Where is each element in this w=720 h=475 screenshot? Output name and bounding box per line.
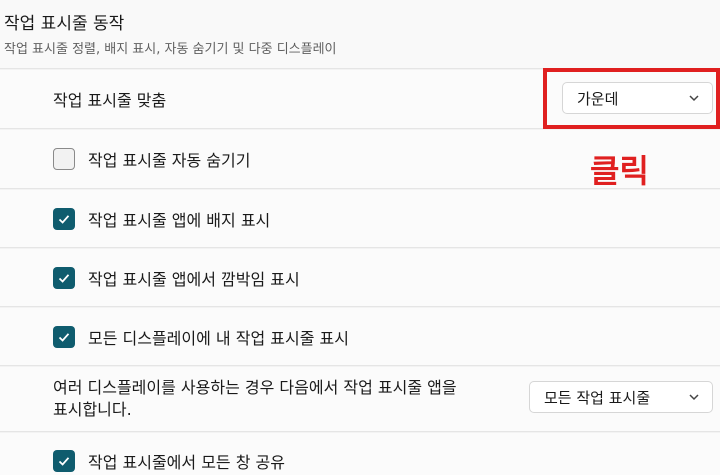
multi-display-value: 모든 작업 표시줄	[544, 388, 651, 407]
checkmark-icon	[58, 214, 70, 224]
chevron-down-icon	[688, 391, 700, 403]
show-flashing-checkbox[interactable]	[53, 266, 75, 289]
share-windows-row[interactable]: 작업 표시줄에서 모든 창 공유	[0, 433, 720, 475]
show-badges-label: 작업 표시줄 앱에 배지 표시	[88, 210, 271, 230]
section-subtitle: 작업 표시줄 정렬, 배지 표시, 자동 숨기기 및 다중 디스플레이	[4, 42, 337, 57]
section-header: 작업 표시줄 동작 작업 표시줄 정렬, 배지 표시, 자동 숨기기 및 다중 …	[0, 0, 720, 69]
multi-display-dropdown[interactable]: 모든 작업 표시줄	[529, 381, 713, 413]
multi-display-label-line2: 표시합니다.	[53, 400, 132, 419]
show-badges-row[interactable]: 작업 표시줄 앱에 배지 표시	[0, 190, 720, 248]
multi-display-label-line1: 여러 디스플레이를 사용하는 경우 다음에서 작업 표시줄 앱을	[53, 378, 457, 397]
show-flashing-label: 작업 표시줄 앱에서 깜박임 표시	[88, 269, 300, 289]
auto-hide-checkbox[interactable]	[53, 148, 75, 170]
click-annotation: 클릭	[590, 152, 649, 190]
share-windows-label: 작업 표시줄에서 모든 창 공유	[88, 453, 285, 472]
checkmark-icon	[58, 273, 70, 283]
show-flashing-row[interactable]: 작업 표시줄 앱에서 깜박임 표시	[0, 249, 720, 307]
multi-display-label: 여러 디스플레이를 사용하는 경우 다음에서 작업 표시줄 앱을 표시합니다.	[53, 377, 457, 421]
taskbar-alignment-label: 작업 표시줄 맞춤	[53, 91, 167, 110]
all-displays-label: 모든 디스플레이에 내 작업 표시줄 표시	[88, 328, 349, 348]
checkmark-icon	[58, 332, 70, 342]
click-highlight-box	[543, 68, 720, 129]
auto-hide-label: 작업 표시줄 자동 숨기기	[88, 151, 251, 170]
show-badges-checkbox[interactable]	[53, 207, 75, 230]
all-displays-checkbox[interactable]	[53, 325, 75, 348]
section-title: 작업 표시줄 동작	[4, 14, 125, 34]
checkmark-icon	[58, 457, 70, 466]
multi-display-row: 여러 디스플레이를 사용하는 경우 다음에서 작업 표시줄 앱을 표시합니다. …	[0, 367, 720, 432]
all-displays-row[interactable]: 모든 디스플레이에 내 작업 표시줄 표시	[0, 308, 720, 366]
share-windows-checkbox[interactable]	[53, 450, 75, 472]
